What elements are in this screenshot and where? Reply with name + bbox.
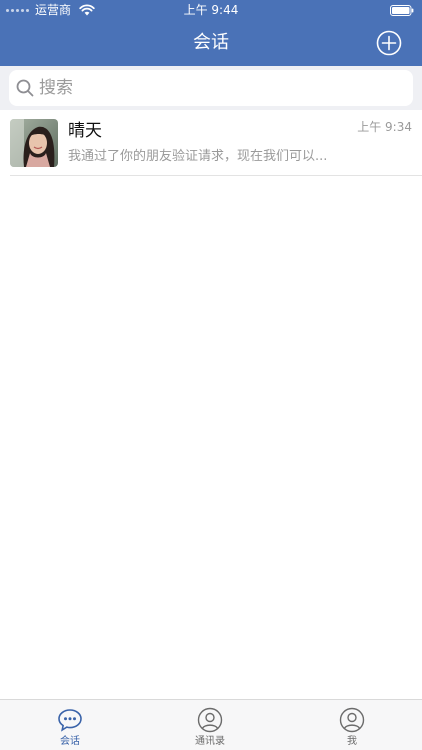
header: 运营商 上午 9:44 会话 — [0, 0, 422, 66]
search-icon — [16, 79, 34, 97]
message-time: 上午 9:34 — [357, 120, 412, 134]
search-area: 搜索 — [0, 66, 422, 110]
tab-me[interactable]: 我 — [282, 700, 422, 750]
nav-bar: 会话 — [0, 20, 422, 66]
message-preview: 我通过了你的朋友验证请求，现在我们可以... — [68, 149, 328, 164]
add-button[interactable] — [376, 30, 402, 56]
status-time: 上午 9:44 — [183, 3, 239, 17]
contact-name: 晴天 — [68, 121, 102, 141]
tab-conversations[interactable]: 会话 — [0, 700, 140, 750]
avatar — [10, 119, 58, 167]
conversation-item[interactable]: 晴天 上午 9:34 我通过了你的朋友验证请求，现在我们可以... — [0, 110, 422, 176]
tab-label: 通讯录 — [195, 736, 225, 747]
search-input[interactable]: 搜索 — [9, 70, 413, 106]
chat-bubble-icon — [58, 709, 82, 732]
tab-label: 我 — [347, 736, 357, 747]
status-bar: 运营商 上午 9:44 — [0, 0, 422, 20]
page-title: 会话 — [193, 32, 229, 53]
profile-icon — [339, 707, 365, 733]
tab-label: 会话 — [60, 736, 80, 747]
conversation-list: 晴天 上午 9:34 我通过了你的朋友验证请求，现在我们可以... — [0, 110, 422, 176]
tab-bar: 会话 通讯录 我 — [0, 699, 422, 750]
search-placeholder: 搜索 — [39, 78, 73, 98]
divider — [10, 175, 422, 176]
contacts-icon — [197, 707, 223, 733]
battery-icon — [390, 5, 414, 16]
tab-contacts[interactable]: 通讯录 — [140, 700, 280, 750]
